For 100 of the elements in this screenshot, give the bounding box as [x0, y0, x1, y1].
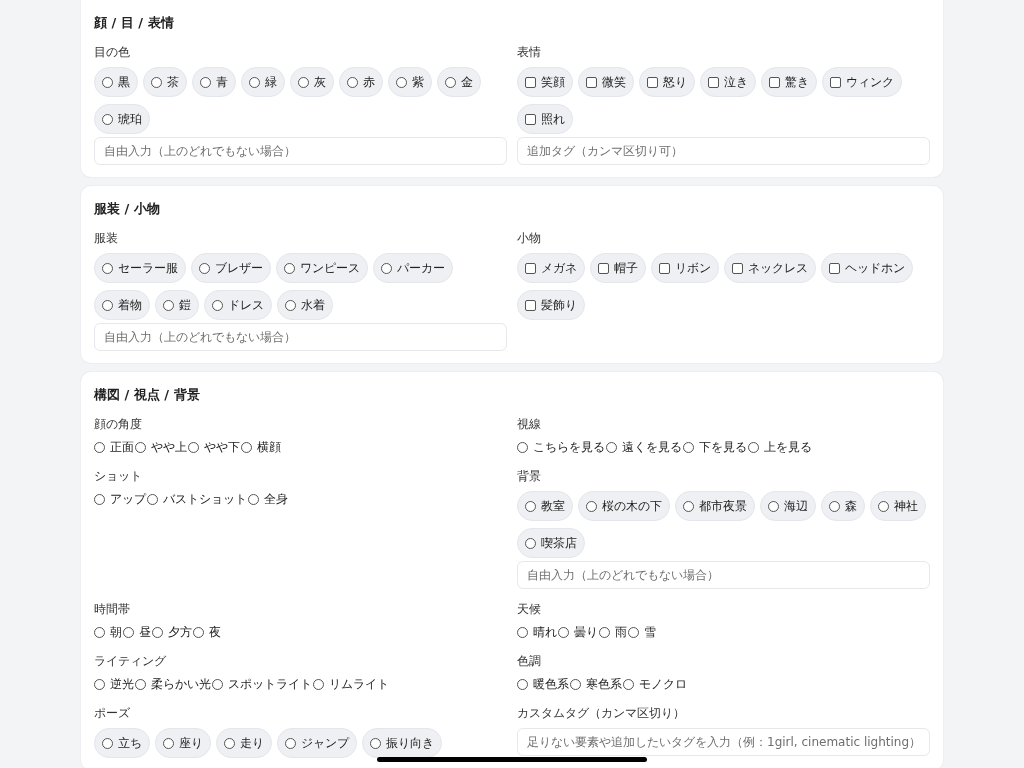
radio-button[interactable] — [102, 299, 113, 311]
radio-label[interactable]: やや下 — [204, 439, 240, 456]
text-input-field[interactable]: 足りない要素や追加したいタグを入力（例：1girl, cinematic lighting） — [517, 728, 930, 756]
radio-chip[interactable]: 着物 — [94, 290, 150, 320]
radio-chip[interactable]: 座り — [155, 728, 211, 758]
radio-button[interactable] — [241, 442, 252, 453]
radio-label[interactable]: 晴れ — [533, 624, 557, 641]
radio-label[interactable]: 下を見る — [699, 439, 747, 456]
radio-label[interactable]: 寒色系 — [586, 676, 622, 693]
radio-button[interactable] — [298, 76, 309, 88]
radio-button[interactable] — [199, 262, 210, 274]
radio-label[interactable]: 雨 — [615, 624, 627, 641]
radio-button[interactable] — [285, 299, 296, 311]
radio-button[interactable] — [188, 442, 199, 453]
checkbox[interactable] — [769, 76, 780, 88]
checkbox[interactable] — [647, 76, 658, 88]
radio-label[interactable]: 夕方 — [168, 624, 192, 641]
radio-label[interactable]: こちらを見る — [533, 439, 605, 456]
radio-chip[interactable]: 金 — [437, 67, 481, 97]
checkbox[interactable] — [586, 76, 597, 88]
checkbox-chip[interactable]: 微笑 — [578, 67, 634, 97]
checkbox[interactable] — [598, 262, 609, 274]
checkbox-chip[interactable]: 照れ — [517, 104, 573, 134]
radio-button[interactable] — [94, 442, 105, 453]
checkbox[interactable] — [659, 262, 670, 274]
radio-button[interactable] — [102, 76, 113, 88]
radio-button[interactable] — [396, 76, 407, 88]
radio-label[interactable]: 曇り — [574, 624, 598, 641]
radio-chip[interactable]: 喫茶店 — [517, 528, 585, 558]
radio-chip[interactable]: ワンピース — [276, 253, 368, 283]
radio-chip[interactable]: ドレス — [204, 290, 272, 320]
radio-label[interactable]: 雪 — [644, 624, 656, 641]
radio-chip[interactable]: 都市夜景 — [675, 491, 755, 521]
radio-button[interactable] — [284, 262, 295, 274]
radio-label[interactable]: 夜 — [209, 624, 221, 641]
radio-button[interactable] — [683, 500, 694, 512]
radio-label[interactable]: 柔らかい光 — [151, 676, 211, 693]
radio-chip[interactable]: 振り向き — [362, 728, 442, 758]
radio-button[interactable] — [599, 627, 610, 638]
checkbox[interactable] — [525, 113, 536, 125]
radio-label[interactable]: 逆光 — [110, 676, 134, 693]
radio-button[interactable] — [200, 76, 211, 88]
checkbox[interactable] — [830, 76, 841, 88]
radio-button[interactable] — [94, 679, 105, 690]
radio-label[interactable]: 遠くを見る — [622, 439, 682, 456]
checkbox-chip[interactable]: メガネ — [517, 253, 585, 283]
radio-label[interactable]: 横顔 — [257, 439, 281, 456]
checkbox-chip[interactable]: 帽子 — [590, 253, 646, 283]
checkbox-chip[interactable]: 笑顔 — [517, 67, 573, 97]
radio-chip[interactable]: 琥珀 — [94, 104, 150, 134]
radio-chip[interactable]: 桜の木の下 — [578, 491, 670, 521]
radio-chip[interactable]: 鎧 — [155, 290, 199, 320]
checkbox[interactable] — [732, 262, 743, 274]
radio-button[interactable] — [135, 442, 146, 453]
radio-button[interactable] — [606, 442, 617, 453]
radio-button[interactable] — [102, 113, 113, 125]
radio-button[interactable] — [163, 299, 174, 311]
checkbox-chip[interactable]: ネックレス — [724, 253, 816, 283]
radio-button[interactable] — [313, 679, 324, 690]
text-input-field[interactable]: 自由入力（上のどれでもない場合） — [517, 561, 930, 589]
radio-chip[interactable]: 紫 — [388, 67, 432, 97]
radio-button[interactable] — [163, 737, 174, 749]
radio-button[interactable] — [94, 494, 105, 505]
radio-label[interactable]: 朝 — [110, 624, 122, 641]
radio-chip[interactable]: 教室 — [517, 491, 573, 521]
radio-chip[interactable]: 走り — [216, 728, 272, 758]
radio-chip[interactable]: 海辺 — [760, 491, 816, 521]
checkbox-chip[interactable]: 怒り — [639, 67, 695, 97]
radio-button[interactable] — [224, 737, 235, 749]
radio-button[interactable] — [445, 76, 456, 88]
radio-button[interactable] — [151, 76, 162, 88]
radio-chip[interactable]: ブレザー — [191, 253, 271, 283]
radio-label[interactable]: リムライト — [329, 676, 389, 693]
radio-button[interactable] — [370, 737, 381, 749]
radio-label[interactable]: 全身 — [264, 491, 288, 508]
radio-label[interactable]: 上を見る — [764, 439, 812, 456]
radio-button[interactable] — [748, 442, 759, 453]
radio-button[interactable] — [212, 299, 223, 311]
radio-button[interactable] — [147, 494, 158, 505]
radio-button[interactable] — [123, 627, 134, 638]
radio-button[interactable] — [623, 679, 634, 690]
checkbox-chip[interactable]: リボン — [651, 253, 719, 283]
radio-label[interactable]: アップ — [110, 491, 146, 508]
radio-label[interactable]: 昼 — [139, 624, 151, 641]
radio-button[interactable] — [517, 442, 528, 453]
radio-label[interactable]: スポットライト — [228, 676, 312, 693]
radio-button[interactable] — [285, 737, 296, 749]
checkbox[interactable] — [829, 262, 840, 274]
radio-button[interactable] — [768, 500, 779, 512]
radio-button[interactable] — [878, 500, 889, 512]
radio-chip[interactable]: 水着 — [277, 290, 333, 320]
radio-label[interactable]: 正面 — [110, 439, 134, 456]
radio-button[interactable] — [525, 537, 536, 549]
checkbox-chip[interactable]: ウィンク — [822, 67, 902, 97]
radio-chip[interactable]: 立ち — [94, 728, 150, 758]
radio-button[interactable] — [94, 627, 105, 638]
radio-chip[interactable]: 赤 — [339, 67, 383, 97]
checkbox-chip[interactable]: 泣き — [700, 67, 756, 97]
radio-button[interactable] — [249, 76, 260, 88]
radio-chip[interactable]: 黒 — [94, 67, 138, 97]
